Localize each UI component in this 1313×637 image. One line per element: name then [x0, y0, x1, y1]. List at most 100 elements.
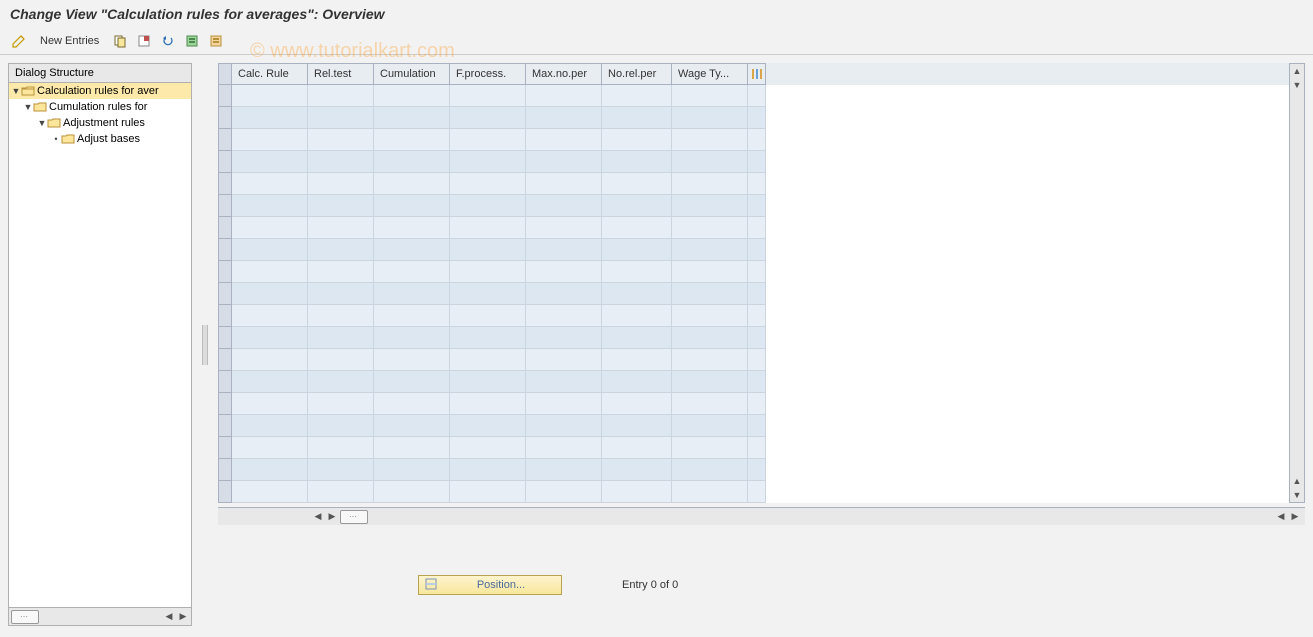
table-cell[interactable] [450, 393, 526, 415]
table-cell[interactable] [450, 371, 526, 393]
table-cell[interactable] [602, 459, 672, 481]
copy-icon[interactable] [111, 32, 129, 50]
table-cell[interactable] [672, 371, 748, 393]
table-row[interactable] [232, 305, 1289, 327]
table-cell[interactable] [602, 437, 672, 459]
table-cell[interactable] [526, 371, 602, 393]
row-selector[interactable] [218, 261, 232, 283]
table-cell[interactable] [602, 85, 672, 107]
row-selector[interactable] [218, 415, 232, 437]
scroll-left-icon[interactable]: ◀ [1275, 511, 1287, 523]
row-selector[interactable] [218, 327, 232, 349]
table-cell[interactable] [308, 129, 374, 151]
row-selector[interactable] [218, 129, 232, 151]
hscroll-settings-button[interactable]: ⋯ [340, 510, 368, 524]
table-cell[interactable] [450, 349, 526, 371]
table-cell[interactable] [374, 107, 450, 129]
table-row[interactable] [232, 217, 1289, 239]
table-cell[interactable] [232, 151, 308, 173]
scroll-up-icon[interactable]: ▲ [1290, 64, 1304, 78]
table-cell[interactable] [374, 217, 450, 239]
table-cell[interactable] [602, 217, 672, 239]
table-cell[interactable] [232, 481, 308, 503]
table-cell[interactable] [672, 173, 748, 195]
table-cell[interactable] [450, 85, 526, 107]
table-cell[interactable] [672, 437, 748, 459]
table-row[interactable] [232, 437, 1289, 459]
table-cell[interactable] [232, 195, 308, 217]
tree-node-calculation-rules[interactable]: ▼ Calculation rules for aver [9, 83, 191, 99]
chevron-down-icon[interactable]: ▼ [37, 118, 47, 128]
row-selector[interactable] [218, 173, 232, 195]
table-row[interactable] [232, 283, 1289, 305]
delete-icon[interactable] [135, 32, 153, 50]
table-cell[interactable] [308, 459, 374, 481]
table-cell[interactable] [526, 195, 602, 217]
column-cumulation[interactable]: Cumulation [374, 63, 450, 85]
table-cell[interactable] [526, 173, 602, 195]
table-cell[interactable] [526, 459, 602, 481]
chevron-down-icon[interactable]: ▼ [11, 86, 21, 96]
table-cell[interactable] [308, 195, 374, 217]
table-cell[interactable] [526, 393, 602, 415]
table-cell[interactable] [308, 283, 374, 305]
table-cell[interactable] [232, 283, 308, 305]
table-cell[interactable] [526, 85, 602, 107]
chevron-down-icon[interactable]: ▼ [23, 102, 33, 112]
table-cell[interactable] [374, 261, 450, 283]
table-row[interactable] [232, 173, 1289, 195]
table-cell[interactable] [602, 393, 672, 415]
column-rel-test[interactable]: Rel.test [308, 63, 374, 85]
table-cell[interactable] [308, 371, 374, 393]
table-cell[interactable] [672, 305, 748, 327]
table-cell[interactable] [374, 173, 450, 195]
row-selector[interactable] [218, 217, 232, 239]
table-cell[interactable] [450, 305, 526, 327]
table-cell[interactable] [374, 283, 450, 305]
column-wage-type[interactable]: Wage Ty... [672, 63, 748, 85]
deselect-all-icon[interactable] [207, 32, 225, 50]
vertical-scrollbar[interactable]: ▲ ▼ ▲ ▼ [1289, 63, 1305, 503]
table-cell[interactable] [450, 437, 526, 459]
table-cell[interactable] [232, 371, 308, 393]
row-selector[interactable] [218, 349, 232, 371]
table-row[interactable] [232, 371, 1289, 393]
row-selector[interactable] [218, 239, 232, 261]
position-button[interactable]: Position... [418, 575, 562, 595]
row-selector[interactable] [218, 151, 232, 173]
table-cell[interactable] [374, 195, 450, 217]
table-row[interactable] [232, 195, 1289, 217]
table-cell[interactable] [232, 173, 308, 195]
table-row[interactable] [232, 85, 1289, 107]
table-cell[interactable] [450, 129, 526, 151]
table-cell[interactable] [374, 415, 450, 437]
table-cell[interactable] [450, 239, 526, 261]
table-row[interactable] [232, 129, 1289, 151]
table-cell[interactable] [602, 261, 672, 283]
column-no-rel-per[interactable]: No.rel.per [602, 63, 672, 85]
table-cell[interactable] [232, 459, 308, 481]
select-all-corner[interactable] [218, 63, 232, 85]
table-cell[interactable] [232, 239, 308, 261]
table-cell[interactable] [374, 129, 450, 151]
column-f-process[interactable]: F.process. [450, 63, 526, 85]
table-cell[interactable] [232, 437, 308, 459]
table-cell[interactable] [602, 239, 672, 261]
table-cell[interactable] [450, 283, 526, 305]
table-cell[interactable] [526, 283, 602, 305]
table-cell[interactable] [374, 305, 450, 327]
table-cell[interactable] [672, 415, 748, 437]
scroll-left-icon[interactable]: ◀ [312, 511, 324, 523]
table-cell[interactable] [374, 327, 450, 349]
table-cell[interactable] [232, 327, 308, 349]
row-selector[interactable] [218, 107, 232, 129]
table-cell[interactable] [526, 217, 602, 239]
table-cell[interactable] [672, 283, 748, 305]
table-cell[interactable] [526, 481, 602, 503]
table-cell[interactable] [232, 85, 308, 107]
table-cell[interactable] [526, 129, 602, 151]
scroll-right-icon[interactable]: ▶ [326, 511, 338, 523]
table-row[interactable] [232, 393, 1289, 415]
table-cell[interactable] [526, 107, 602, 129]
table-cell[interactable] [232, 217, 308, 239]
